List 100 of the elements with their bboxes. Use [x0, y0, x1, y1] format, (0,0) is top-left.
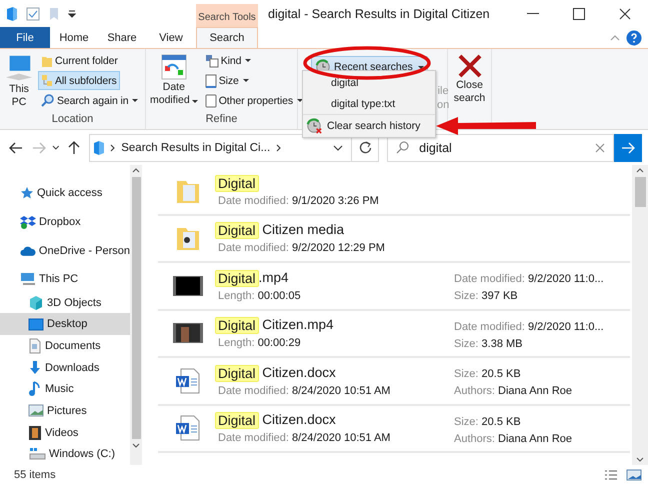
file-detail: Date modified: 9/2/2020 11:0... [454, 273, 604, 286]
result-row[interactable]: Digital .mp4 Length: 00:00:05 Date modified: 9/2/2020 11:0... Size: 397 KB [158, 263, 630, 310]
file-detail: Size: 20.5 KB [454, 368, 522, 380]
file-detail: Size: 3.38 MB [454, 338, 524, 350]
refresh-icon [358, 141, 372, 154]
ribbon-tab[interactable]: Share [98, 27, 146, 48]
ribbon-button[interactable]: Kind [202, 51, 254, 70]
file-name: Digital [218, 174, 259, 192]
close-icon [619, 8, 631, 20]
search-go-button[interactable] [614, 134, 642, 162]
search-results-icon [94, 140, 104, 154]
word-document-icon [175, 366, 201, 395]
help-icon [626, 30, 642, 46]
folders-icon [41, 74, 53, 88]
context-tab-header: Search Tools [196, 4, 258, 27]
nav-item[interactable]: Music [0, 378, 130, 400]
group-label: Refine [204, 112, 238, 127]
nav-item[interactable]: Downloads [0, 356, 130, 378]
file-detail: Length: 00:00:05 [218, 290, 302, 302]
page-icon [204, 74, 217, 88]
computer-icon [4, 53, 34, 83]
nav-item[interactable]: Videos [0, 422, 130, 444]
clear-history-icon [306, 118, 322, 134]
file-detail: Date modified: 8/24/2020 10:51 AM [218, 384, 392, 397]
result-row[interactable]: Digital Citizen.docx Date modified: 8/24/2020 10:51 AM Size: 20.5 KB Authors: Diana Ann Roe [158, 358, 630, 406]
ribbon-button[interactable]: All subfolders [38, 71, 120, 90]
maximize-icon [573, 8, 585, 20]
kind-icon [204, 54, 219, 68]
search-icon [396, 141, 410, 154]
close-search-button[interactable]: Close search [451, 51, 488, 107]
file-name: Digital Citizen media [218, 222, 344, 240]
back-arrow-icon [8, 142, 23, 154]
ribbon-tab[interactable]: View [146, 27, 196, 48]
details-view-icon[interactable] [604, 468, 618, 480]
ribbon-tab[interactable]: Home [50, 27, 98, 48]
date-modified-button[interactable]: Date modified [149, 51, 199, 112]
window-title: digital - Search Results in Digital Citizen [267, 6, 491, 23]
scrollbar[interactable] [130, 165, 142, 465]
customize-menu-icon [68, 10, 76, 18]
scrollbar-thumb[interactable] [634, 177, 646, 207]
result-row[interactable]: Digital Citizen.docx Date modified: 8/24/2020 10:51 AM Size: 20.5 KB Authors: Diana Ann Roe [158, 406, 630, 453]
result-row[interactable]: Digital Citizen.mp4 Length: 00:00:29 Date modified: 9/2/2020 11:0... Size: 3.38 MB [158, 310, 630, 358]
film-icon [28, 424, 42, 441]
nav-item[interactable]: OneDrive - Person [0, 236, 130, 266]
forward-arrow-icon [621, 142, 636, 154]
cube-icon [28, 294, 44, 311]
cloud-icon [20, 246, 36, 257]
star-icon [20, 186, 34, 200]
scrollbar-thumb[interactable] [132, 177, 140, 439]
result-row[interactable]: Digital Citizen media Date modified: 9/2/2020 12:29 PM [158, 216, 630, 263]
clear-icon [595, 142, 606, 152]
page-icon [204, 94, 217, 108]
file-detail: Authors: Diana Ann Roe [454, 385, 572, 398]
ribbon-button[interactable]: Search again in [38, 91, 142, 110]
search-field[interactable]: digital [387, 134, 614, 162]
close-icon [456, 53, 482, 79]
file-detail: Date modified: 9/1/2020 3:26 PM [218, 194, 380, 207]
desktop-icon [28, 318, 44, 331]
calendar-icon [160, 53, 188, 81]
chevron-down-icon [333, 144, 344, 150]
file-detail: Date modified: 9/2/2020 11:0... [454, 320, 604, 333]
ribbon-button[interactable]: Current folder [38, 51, 121, 70]
video-thumbnail-icon [173, 276, 203, 296]
large-icons-view-icon[interactable] [626, 468, 642, 480]
nav-item[interactable]: Dropbox [0, 208, 130, 237]
video-thumbnail-icon [173, 323, 203, 344]
file-detail: Size: 397 KB [454, 290, 519, 302]
nav-item[interactable]: Documents [0, 335, 130, 357]
document-icon [28, 338, 42, 354]
picture-icon [28, 404, 44, 418]
file-detail: Authors: Diana Ann Roe [454, 432, 572, 445]
ribbon-button[interactable]: Size [202, 71, 252, 90]
nav-item[interactable]: Desktop [0, 313, 130, 336]
nav-item[interactable]: 3D Objects [0, 292, 130, 314]
file-detail: Size: 20.5 KB [454, 416, 522, 428]
nav-item[interactable]: This PC [0, 266, 130, 292]
ribbon-tab[interactable]: File [0, 27, 50, 48]
file-detail: Date modified: 8/24/2020 10:51 AM [218, 432, 392, 444]
breadcrumb[interactable]: Search Results in Digital Ci... [121, 142, 270, 154]
up-arrow-icon [68, 140, 80, 154]
this-pc-button[interactable]: This PC [3, 51, 35, 112]
ribbon-tab[interactable]: Search [196, 27, 258, 48]
minimize-icon [527, 12, 539, 14]
file-name: Digital Citizen.mp4 [218, 317, 334, 334]
address-bar[interactable]: Search Results in Digital Ci... [89, 134, 352, 162]
nav-item[interactable]: Pictures [0, 400, 130, 422]
menu-item[interactable]: digital type:txt [303, 93, 435, 114]
chevron-right-icon [276, 144, 282, 152]
drive-icon [28, 447, 46, 462]
checkmark-icon [26, 6, 40, 20]
forward-arrow-icon [32, 142, 46, 154]
word-document-icon [175, 414, 201, 442]
result-row[interactable]: Digital Date modified: 9/1/2020 3:26 PM [158, 168, 630, 216]
nav-item[interactable]: Quick access [0, 179, 130, 208]
nav-item[interactable]: Windows (C:) [0, 443, 130, 466]
file-name: Digital .mp4 [218, 270, 289, 287]
scrollbar[interactable] [632, 165, 648, 465]
group-label: Location [50, 112, 94, 127]
chevron-down-icon [52, 145, 60, 150]
file-detail: Length: 00:00:29 [218, 337, 302, 350]
